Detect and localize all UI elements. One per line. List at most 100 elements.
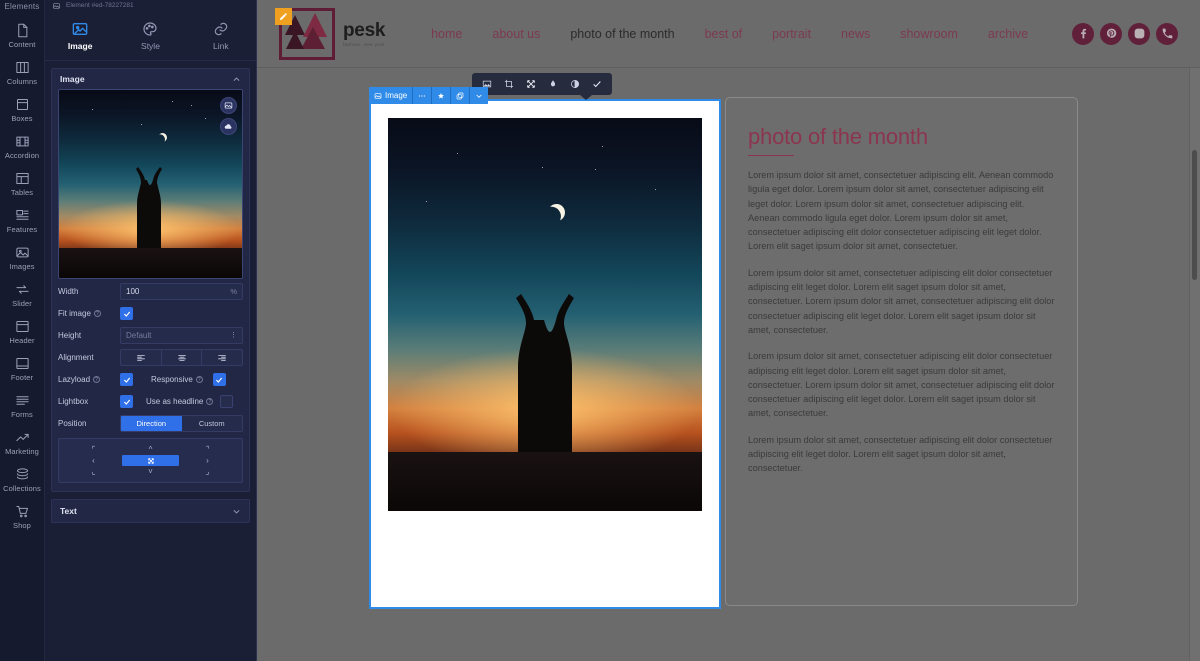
responsive-checkbox[interactable]	[212, 373, 226, 386]
scrollbar-thumb[interactable]	[1192, 150, 1197, 280]
tab-image[interactable]: Image	[45, 11, 115, 60]
article-paragraph: Lorem ipsum dolor sit amet, consectetuer…	[748, 170, 1054, 252]
rail-item-boxes[interactable]: Boxes	[0, 91, 44, 128]
alignment-row: Alignment	[58, 348, 243, 367]
rail-item-header[interactable]: Header	[0, 313, 44, 350]
rail-item-label: Accordion	[4, 151, 40, 160]
nav-item-photo-of-the-month[interactable]: photo of the month	[570, 27, 674, 41]
position-center[interactable]	[122, 455, 179, 466]
lazyload-checkbox[interactable]	[120, 373, 133, 386]
upload-image-button[interactable]	[220, 118, 237, 135]
nav-item-about-us[interactable]: about us	[492, 27, 540, 41]
fit-image-checkbox[interactable]	[120, 307, 133, 320]
nav-item-showroom[interactable]: showroom	[900, 27, 958, 41]
section-title: Image	[60, 74, 85, 84]
rail-item-slider[interactable]: Slider	[0, 276, 44, 313]
lightbox-checkbox[interactable]	[120, 395, 133, 408]
rail-item-features[interactable]: Features	[0, 202, 44, 239]
resize-icon	[527, 80, 535, 88]
position-top-left[interactable]: ⌜	[92, 445, 96, 454]
nav-item-archive[interactable]: archive	[988, 27, 1028, 41]
rail-item-shop[interactable]: Shop	[0, 498, 44, 535]
help-icon[interactable]: ?	[93, 310, 101, 317]
align-left-button[interactable]	[121, 350, 162, 365]
favorite-button[interactable]	[432, 87, 452, 104]
resize-button[interactable]	[520, 74, 542, 94]
element-type-chip[interactable]: Image	[369, 87, 414, 104]
pinterest-icon	[1106, 28, 1116, 38]
scrollbar-track[interactable]	[1189, 68, 1200, 661]
page-canvas: pesk fashion. new york home about us photo…	[257, 0, 1200, 661]
image-icon	[53, 2, 60, 9]
image-section-header[interactable]: Image	[52, 69, 249, 89]
rail-item-footer[interactable]: Footer	[0, 350, 44, 387]
position-bottom[interactable]: ˅	[148, 467, 153, 476]
rail-item-images[interactable]: Images	[0, 239, 44, 276]
position-right[interactable]: ›	[206, 456, 209, 465]
rail-item-columns[interactable]: Columns	[0, 54, 44, 91]
position-top-right[interactable]: ⌝	[206, 445, 210, 454]
text-block[interactable]: photo of the month Lorem ipsum dolor sit…	[725, 97, 1078, 606]
height-select[interactable]: Default ⋮	[120, 327, 243, 344]
section-title: Text	[60, 506, 77, 516]
help-icon[interactable]: ?	[206, 398, 214, 405]
tables-icon	[15, 173, 29, 184]
instagram-icon	[1134, 28, 1144, 39]
rail-item-tables[interactable]: Tables	[0, 165, 44, 202]
instagram-link[interactable]	[1128, 22, 1150, 45]
elements-rail: Elements Content Columns Boxes Accordion Tab…	[0, 0, 45, 661]
lightbox-headline-row: Lightbox Use as headline ?	[58, 392, 243, 411]
tab-style[interactable]: Style	[115, 11, 185, 60]
use-as-headline-checkbox[interactable]	[220, 395, 234, 408]
contrast-button[interactable]	[564, 74, 586, 94]
apply-button[interactable]	[586, 74, 608, 94]
photo[interactable]: This is an example image. Please choose …	[388, 118, 702, 511]
rail-item-accordion[interactable]: Accordion	[0, 128, 44, 165]
position-bottom-right[interactable]: ⌟	[206, 467, 210, 476]
rail-item-content[interactable]: Content	[0, 17, 44, 54]
nav-item-best-of[interactable]: best of	[705, 27, 743, 41]
blur-button[interactable]	[542, 74, 564, 94]
duplicate-button[interactable]	[451, 87, 471, 104]
nav-item-portrait[interactable]: portrait	[772, 27, 811, 41]
rail-item-collections[interactable]: Collections	[0, 461, 44, 498]
position-left[interactable]: ‹	[92, 456, 95, 465]
responsive-label: Responsive ?	[151, 375, 203, 384]
image-preview[interactable]	[58, 89, 243, 279]
position-bottom-left[interactable]: ⌞	[92, 467, 96, 476]
brand-name: pesk	[343, 20, 386, 41]
width-input[interactable]: 100 %	[120, 283, 243, 300]
droplet-icon	[550, 80, 556, 87]
social-links	[1072, 22, 1178, 45]
lazyload-responsive-row: Lazyload ? Responsive ?	[58, 370, 243, 389]
expand-button[interactable]	[470, 87, 489, 104]
phone-link[interactable]	[1156, 22, 1178, 45]
nav-item-home[interactable]: home	[431, 27, 462, 41]
facebook-icon	[1080, 28, 1086, 39]
more-options-button[interactable]	[413, 87, 433, 104]
rail-item-forms[interactable]: Forms	[0, 387, 44, 424]
rail-item-label: Slider	[12, 299, 32, 308]
align-center-button[interactable]	[162, 350, 203, 365]
width-unit: %	[230, 287, 237, 296]
rail-item-marketing[interactable]: Marketing	[0, 424, 44, 461]
position-direction-tab[interactable]: Direction	[121, 416, 182, 431]
facebook-link[interactable]	[1072, 22, 1094, 45]
accordion-icon	[15, 136, 29, 147]
panel-header: Element #ed-78227281	[45, 0, 256, 11]
pinterest-link[interactable]	[1100, 22, 1122, 45]
edit-header-badge[interactable]	[275, 8, 292, 25]
tab-label: Style	[141, 40, 160, 51]
position-top[interactable]: ^	[149, 445, 153, 454]
help-icon[interactable]: ?	[195, 376, 203, 383]
position-custom-tab[interactable]: Custom	[181, 416, 242, 431]
choose-image-button[interactable]	[220, 97, 237, 114]
align-right-button[interactable]	[202, 350, 242, 365]
help-icon[interactable]: ?	[93, 376, 101, 383]
text-section-header[interactable]: Text	[51, 499, 250, 523]
crop-button[interactable]	[498, 74, 520, 94]
image-block[interactable]: This is an example image. Please choose …	[369, 99, 721, 609]
nav-item-news[interactable]: news	[841, 27, 870, 41]
tab-link[interactable]: Link	[186, 11, 256, 60]
rail-title: Elements	[4, 2, 40, 11]
